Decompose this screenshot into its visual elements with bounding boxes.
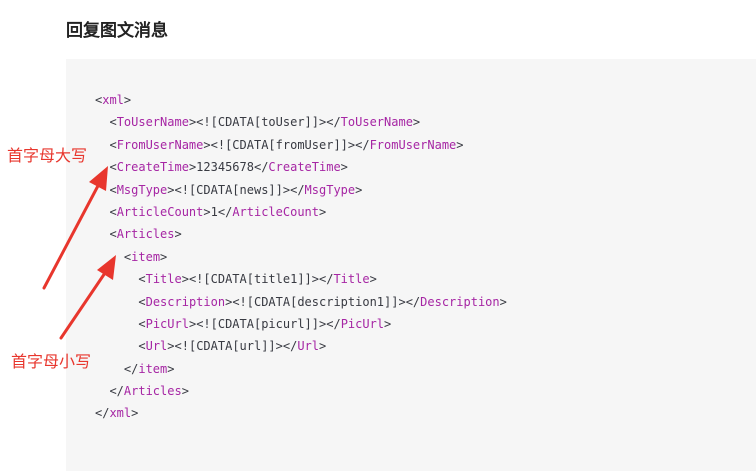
annotation-arrows [42, 166, 116, 340]
arrow-to-item-icon [59, 255, 116, 340]
page: 回复图文消息 <xml> <ToUserName><![CDATA[toUser… [0, 0, 756, 471]
